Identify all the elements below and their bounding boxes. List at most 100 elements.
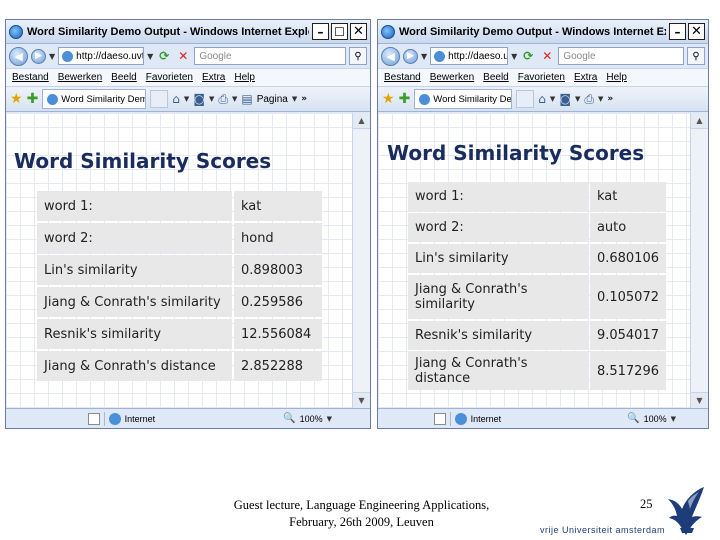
status-bar: Internet 🔍 100% ▼ <box>378 408 708 428</box>
scroll-down-icon[interactable]: ▼ <box>691 392 708 408</box>
vertical-scrollbar[interactable]: ▲ ▼ <box>690 113 708 408</box>
home-icon[interactable]: ⌂ <box>172 92 180 106</box>
page-status-icon <box>87 412 100 425</box>
refresh-icon[interactable]: ⟳ <box>520 48 536 64</box>
menu-item-favorieten[interactable]: Favorieten <box>518 72 565 83</box>
back-button[interactable]: ◀ <box>381 46 400 66</box>
feeds-icon[interactable]: ◙ <box>193 92 205 106</box>
tab-word-similarity[interactable]: Word Similarity Dem... <box>414 89 513 109</box>
vertical-scrollbar[interactable]: ▲ ▼ <box>352 113 370 408</box>
row-value: kat <box>234 191 322 221</box>
print-icon[interactable]: ⎙ <box>218 92 228 107</box>
chevron-down-icon[interactable]: ▼ <box>575 95 580 103</box>
minimize-button[interactable]: – <box>312 23 329 40</box>
chevron-down-icon[interactable]: ▼ <box>184 95 189 103</box>
row-label: word 2: <box>37 223 232 253</box>
row-label: Lin's similarity <box>37 255 232 285</box>
menu-item-beeld[interactable]: Beeld <box>111 72 137 83</box>
stop-icon[interactable]: ✕ <box>175 48 191 64</box>
row-value: 0.259586 <box>234 287 322 317</box>
search-input[interactable]: Google <box>558 47 684 65</box>
new-tab-button[interactable] <box>516 90 535 108</box>
stop-icon[interactable]: ✕ <box>539 48 555 64</box>
search-icon[interactable]: ⚲ <box>687 47 705 65</box>
internet-explorer-icon <box>9 24 23 39</box>
menu-item-extra[interactable]: Extra <box>574 72 597 83</box>
address-input[interactable]: http://daeso.uv <box>430 47 509 65</box>
chevron-down-icon[interactable]: ▼ <box>598 95 603 103</box>
scroll-down-icon[interactable]: ▼ <box>353 392 370 408</box>
security-zone: Internet <box>124 413 156 424</box>
chevron-down-icon[interactable]: ▼ <box>232 95 237 103</box>
home-icon[interactable]: ⌂ <box>538 92 546 106</box>
slide-footer: Guest lecture, Language Engineering Appl… <box>214 497 509 531</box>
menu-item-help[interactable]: Help <box>606 72 627 83</box>
chevron-down-icon[interactable]: ▼ <box>421 52 427 61</box>
back-button[interactable]: ◀ <box>9 46 28 66</box>
address-dropdown-icon[interactable]: ▼ <box>511 52 517 61</box>
zoom-icon[interactable]: 🔍 <box>283 413 295 425</box>
favorites-star-icon[interactable]: ★ <box>10 91 23 107</box>
page-title: Word Similarity Scores <box>387 141 645 165</box>
row-value: 0.680106 <box>589 244 666 273</box>
row-value: 2.852288 <box>234 351 322 381</box>
scores-table: word 1: kat word 2: hond Lin's similarit… <box>35 189 324 383</box>
scroll-up-icon[interactable]: ▲ <box>353 113 370 129</box>
new-tab-button[interactable] <box>150 90 169 108</box>
menu-item-favorieten[interactable]: Favorieten <box>146 72 193 83</box>
row-value: auto <box>589 213 666 242</box>
close-button[interactable]: ✕ <box>688 23 705 40</box>
chevron-down-icon[interactable]: ▼ <box>550 95 555 103</box>
menu-item-bewerken[interactable]: Bewerken <box>58 72 102 83</box>
page-title: Word Similarity Scores <box>14 149 272 173</box>
menu-item-bewerken[interactable]: Bewerken <box>430 72 474 83</box>
chevron-down-icon[interactable]: ▼ <box>209 95 214 103</box>
page-menu-button[interactable]: Pagina <box>257 94 288 105</box>
more-chevron-icon[interactable]: » <box>607 94 613 104</box>
table-row: Lin's similarity 0.898003 <box>37 255 322 285</box>
row-value: 8.517296 <box>589 352 666 390</box>
menu-item-help[interactable]: Help <box>234 72 255 83</box>
close-button[interactable]: ✕ <box>350 23 367 40</box>
row-value: 0.898003 <box>234 255 322 285</box>
chevron-down-icon[interactable]: ▼ <box>327 415 332 423</box>
add-favorite-icon[interactable]: ✚ <box>399 91 411 107</box>
menu-item-bestand[interactable]: Bestand <box>384 72 421 83</box>
print-icon[interactable]: ⎙ <box>584 92 594 107</box>
add-favorite-icon[interactable]: ✚ <box>27 91 39 107</box>
maximize-button[interactable]: ☐ <box>331 23 348 40</box>
chevron-down-icon[interactable]: ▼ <box>671 415 676 423</box>
internet-explorer-icon <box>381 24 395 39</box>
favorites-star-icon[interactable]: ★ <box>382 91 395 107</box>
forward-button[interactable]: ▶ <box>31 48 46 64</box>
search-icon[interactable]: ⚲ <box>349 47 367 65</box>
minimize-button[interactable]: – <box>669 23 686 40</box>
more-chevron-icon[interactable]: » <box>301 94 307 104</box>
refresh-icon[interactable]: ⟳ <box>156 48 172 64</box>
title-bar: Word Similarity Demo Output - Windows In… <box>378 20 708 44</box>
search-input[interactable]: Google <box>194 47 346 65</box>
row-value: 12.556084 <box>234 319 322 349</box>
row-label: Lin's similarity <box>408 244 588 273</box>
forward-button[interactable]: ▶ <box>403 48 418 64</box>
address-bar: ◀ ▶ ▼ http://daeso.uv ▼ ⟳ ✕ Google ⚲ <box>378 44 708 68</box>
table-row: Resnik's similarity 12.556084 <box>37 319 322 349</box>
feeds-icon[interactable]: ◙ <box>559 92 571 106</box>
chevron-down-icon[interactable]: ▼ <box>49 52 55 61</box>
scroll-up-icon[interactable]: ▲ <box>691 113 708 129</box>
address-dropdown-icon[interactable]: ▼ <box>147 52 153 61</box>
page-icon: ▤ <box>241 92 253 106</box>
zoom-level[interactable]: 100% <box>644 414 667 424</box>
tab-word-similarity[interactable]: Word Similarity Demo... <box>42 89 147 109</box>
menu-item-bestand[interactable]: Bestand <box>12 72 49 83</box>
zoom-icon[interactable]: 🔍 <box>627 413 639 425</box>
globe-icon <box>47 93 59 105</box>
page-status-icon <box>433 412 446 425</box>
address-text: http://daeso.uv <box>448 50 509 62</box>
table-row: Jiang & Conrath's distance 2.852288 <box>37 351 322 381</box>
zoom-level[interactable]: 100% <box>300 414 323 424</box>
address-input[interactable]: http://daeso.uvt.nl/ <box>58 47 145 65</box>
menu-item-beeld[interactable]: Beeld <box>483 72 509 83</box>
chevron-down-icon[interactable]: ▼ <box>292 95 297 103</box>
menu-item-extra[interactable]: Extra <box>202 72 225 83</box>
